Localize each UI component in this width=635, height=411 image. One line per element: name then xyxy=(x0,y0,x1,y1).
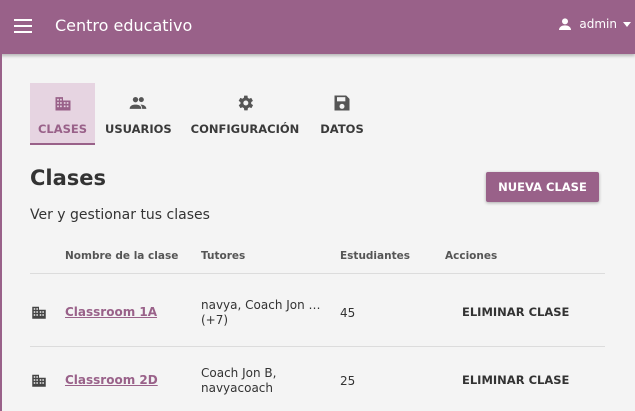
tab-label: CLASES xyxy=(37,122,88,136)
user-name: admin xyxy=(579,17,617,31)
tab-data[interactable]: DATOS xyxy=(320,83,364,145)
tab-label: CONFIGURACIÓN xyxy=(190,122,300,136)
tutors-text: Coach Jon B, xyxy=(201,366,277,380)
divider xyxy=(30,346,605,347)
column-header-actions: Acciones xyxy=(445,250,498,262)
new-class-button[interactable]: NUEVA CLASE xyxy=(486,172,599,202)
delete-class-button[interactable]: ELIMINAR CLASE xyxy=(462,373,569,387)
save-icon xyxy=(334,95,350,111)
class-name-link[interactable]: Classroom 1A xyxy=(65,305,157,319)
tab-settings[interactable]: CONFIGURACIÓN xyxy=(190,83,300,145)
chevron-down-icon xyxy=(623,21,631,27)
delete-class-button[interactable]: ELIMINAR CLASE xyxy=(462,305,569,319)
tab-active-indicator xyxy=(30,143,95,145)
gear-icon xyxy=(238,95,254,111)
person-icon xyxy=(559,18,572,30)
people-icon xyxy=(129,97,147,109)
tutors-cell: Coach Jon B, navyacoach xyxy=(201,366,326,396)
app-bar: Centro educativo admin xyxy=(0,0,635,54)
tab-classes[interactable]: CLASES xyxy=(30,83,95,145)
divider xyxy=(30,273,605,274)
user-menu-button[interactable]: admin xyxy=(557,16,631,32)
students-count: 45 xyxy=(340,306,356,320)
column-header-students: Estudiantes xyxy=(340,250,410,262)
hamburger-menu-icon[interactable] xyxy=(14,19,32,33)
page-title: Clases xyxy=(30,166,107,190)
column-header-name: Nombre de la clase xyxy=(65,250,179,262)
building-icon xyxy=(32,306,46,319)
class-name-link[interactable]: Classroom 2D xyxy=(65,373,158,387)
tab-label: USUARIOS xyxy=(105,122,172,136)
page-subtitle: Ver y gestionar tus clases xyxy=(30,207,210,223)
nav-edge xyxy=(0,54,2,411)
tutors-text: (+7) xyxy=(201,313,229,327)
building-icon xyxy=(55,97,70,111)
column-header-tutors: Tutores xyxy=(201,250,246,262)
tab-users[interactable]: USUARIOS xyxy=(105,83,172,145)
tutors-cell: navya, Coach Jon B... (+7) xyxy=(201,298,326,328)
building-icon xyxy=(32,374,46,387)
tutors-text: navyacoach xyxy=(201,381,274,395)
app-title: Centro educativo xyxy=(55,16,193,35)
tab-label: DATOS xyxy=(320,122,364,136)
tutors-text: navya, Coach Jon B... xyxy=(201,298,326,312)
students-count: 25 xyxy=(340,374,356,388)
